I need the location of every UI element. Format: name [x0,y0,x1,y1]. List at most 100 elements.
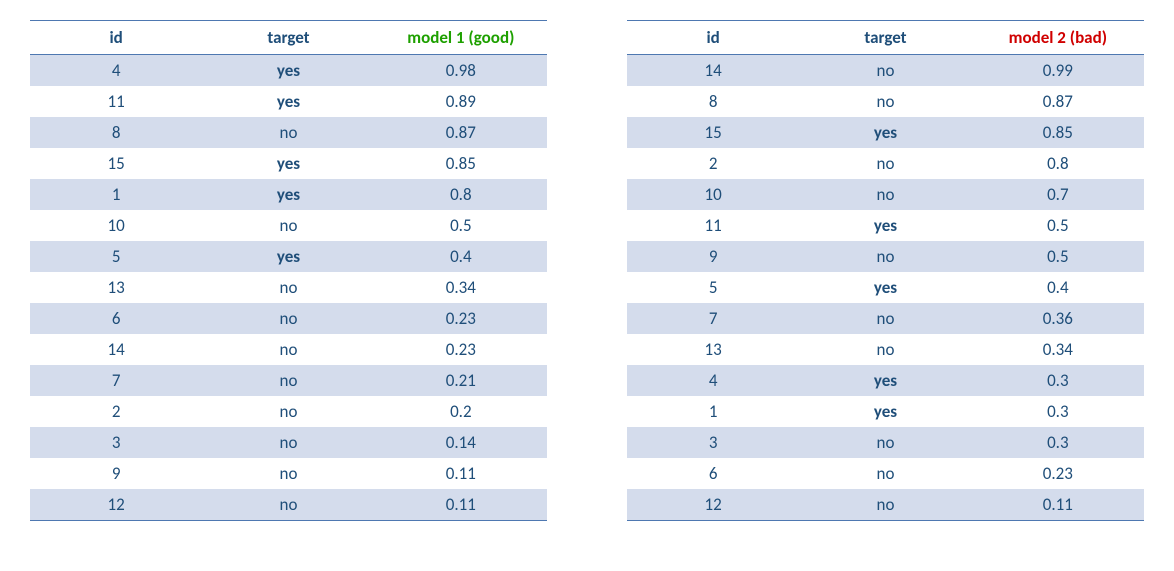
cell-target: no [202,458,374,489]
cell-score: 0.3 [972,365,1144,396]
cell-score: 0.98 [375,55,547,87]
table-row: 5yes0.4 [627,272,1144,303]
cell-target: yes [202,148,374,179]
cell-target: no [202,365,374,396]
cell-id: 3 [627,427,799,458]
table-row: 6no0.23 [30,303,547,334]
table-row: 4yes0.98 [30,55,547,87]
cell-target: yes [799,117,971,148]
table-row: 8no0.87 [627,86,1144,117]
col-id: id [627,21,799,55]
cell-target: yes [799,272,971,303]
table-row: 8no0.87 [30,117,547,148]
cell-score: 0.23 [972,458,1144,489]
table-row: 15yes0.85 [627,117,1144,148]
cell-score: 0.23 [375,334,547,365]
table-row: 7no0.36 [627,303,1144,334]
cell-score: 0.99 [972,55,1144,87]
table-model-2: id target model 2 (bad) 14no0.998no0.871… [627,20,1144,521]
cell-target: no [799,148,971,179]
table-row: 3no0.3 [627,427,1144,458]
table-row: 15yes0.85 [30,148,547,179]
table-row: 3no0.14 [30,427,547,458]
cell-id: 4 [30,55,202,87]
cell-score: 0.85 [972,117,1144,148]
cell-id: 15 [627,117,799,148]
cell-score: 0.85 [375,148,547,179]
table-row: 1yes0.3 [627,396,1144,427]
cell-score: 0.8 [972,148,1144,179]
cell-score: 0.11 [375,489,547,521]
table-row: 10no0.7 [627,179,1144,210]
cell-id: 2 [30,396,202,427]
cell-id: 5 [627,272,799,303]
cell-id: 11 [627,210,799,241]
cell-target: no [799,489,971,521]
table-row: 9no0.5 [627,241,1144,272]
col-target: target [202,21,374,55]
cell-score: 0.5 [972,210,1144,241]
cell-id: 4 [627,365,799,396]
cell-score: 0.5 [375,210,547,241]
cell-id: 15 [30,148,202,179]
cell-target: yes [799,396,971,427]
cell-score: 0.21 [375,365,547,396]
table-row: 14no0.99 [627,55,1144,87]
cell-score: 0.4 [375,241,547,272]
cell-score: 0.8 [375,179,547,210]
cell-score: 0.89 [375,86,547,117]
col-model: model 2 (bad) [972,21,1144,55]
table-row: 2no0.2 [30,396,547,427]
cell-score: 0.3 [972,427,1144,458]
cell-target: no [202,272,374,303]
cell-id: 6 [30,303,202,334]
cell-target: no [799,86,971,117]
cell-target: no [799,179,971,210]
table-row: 12no0.11 [30,489,547,521]
table-row: 1yes0.8 [30,179,547,210]
cell-score: 0.11 [375,458,547,489]
cell-id: 13 [30,272,202,303]
cell-target: no [799,303,971,334]
cell-target: no [202,427,374,458]
cell-target: yes [202,55,374,87]
table-model-1: id target model 1 (good) 4yes0.9811yes0.… [30,20,547,521]
cell-id: 7 [30,365,202,396]
col-id: id [30,21,202,55]
cell-target: no [202,489,374,521]
cell-score: 0.5 [972,241,1144,272]
cell-score: 0.2 [375,396,547,427]
cell-score: 0.23 [375,303,547,334]
cell-id: 8 [627,86,799,117]
table-row: 13no0.34 [30,272,547,303]
cell-id: 7 [627,303,799,334]
cell-score: 0.34 [375,272,547,303]
cell-id: 5 [30,241,202,272]
table-row: 4yes0.3 [627,365,1144,396]
cell-target: no [799,458,971,489]
table-row: 12no0.11 [627,489,1144,521]
cell-id: 3 [30,427,202,458]
cell-score: 0.3 [972,396,1144,427]
table-row: 14no0.23 [30,334,547,365]
cell-id: 9 [627,241,799,272]
cell-target: no [202,334,374,365]
cell-score: 0.7 [972,179,1144,210]
cell-target: no [202,303,374,334]
cell-target: yes [202,241,374,272]
cell-id: 1 [30,179,202,210]
cell-score: 0.34 [972,334,1144,365]
table-row: 11yes0.89 [30,86,547,117]
cell-target: yes [799,365,971,396]
cell-id: 12 [627,489,799,521]
table-row: 10no0.5 [30,210,547,241]
cell-target: no [799,427,971,458]
cell-target: yes [202,179,374,210]
cell-target: no [799,241,971,272]
cell-target: yes [799,210,971,241]
table-row: 13no0.34 [627,334,1144,365]
cell-id: 8 [30,117,202,148]
col-model: model 1 (good) [375,21,547,55]
cell-id: 14 [30,334,202,365]
cell-target: no [202,117,374,148]
